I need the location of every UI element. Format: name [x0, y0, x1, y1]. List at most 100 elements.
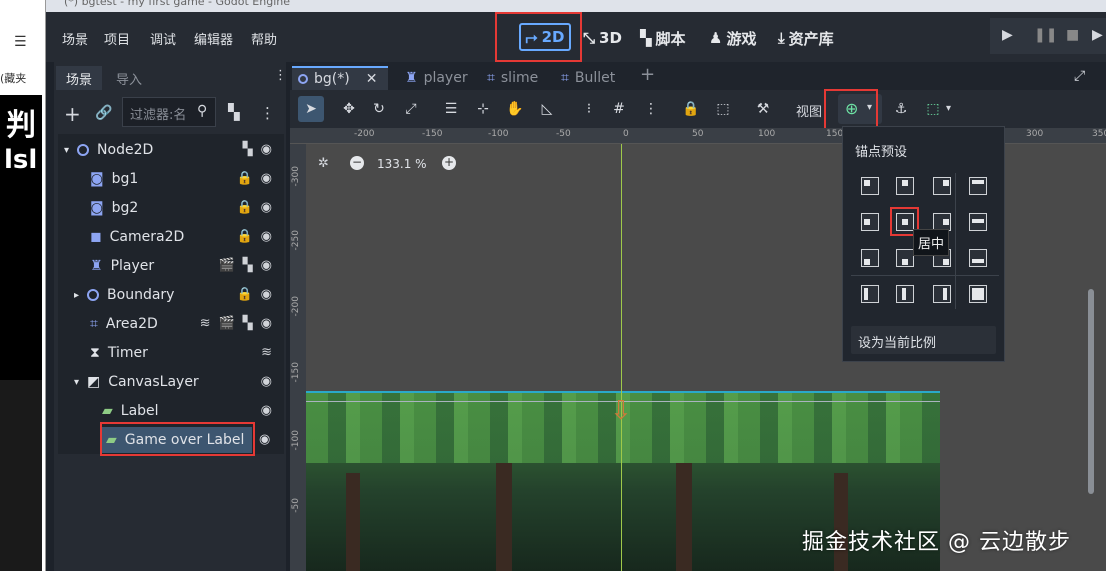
move-icon[interactable]: ✥ — [340, 100, 358, 118]
center-view-icon[interactable]: ✲ — [318, 156, 329, 171]
collapse-icon[interactable]: ▾ — [64, 145, 69, 156]
tree-item-timer[interactable]: ⧗ Timer ≋ — [60, 340, 282, 366]
tree-item-canvaslayer[interactable]: ▾ ◩ CanvasLayer ◉ — [60, 369, 282, 395]
mode-assetlib-button[interactable]: ⤓ 资产库 — [778, 27, 834, 49]
grid-snap-icon[interactable]: # — [610, 100, 628, 118]
anchor-top-wide[interactable] — [969, 177, 987, 195]
anchor-icon[interactable]: ⚓ — [892, 100, 910, 118]
visibility-icon[interactable]: ◉ — [261, 316, 272, 331]
node-actions: ◉ — [261, 374, 272, 389]
menu-editor[interactable]: 编辑器 — [194, 29, 233, 48]
pivot-icon[interactable]: ⊹ — [474, 100, 492, 118]
tree-item-bg2[interactable]: ◙ bg2 🔒 ◉ — [60, 195, 282, 221]
script-icon[interactable]: ▚ — [243, 142, 253, 157]
instance-scene-icon[interactable]: ▚ — [228, 103, 240, 121]
menu-project[interactable]: 项目 — [104, 29, 130, 48]
signal-icon[interactable]: ≋ — [261, 345, 272, 360]
anchor-top-right[interactable] — [933, 177, 951, 195]
tree-item-area2d[interactable]: ⌗ Area2D ≋ 🎬 ▚ ◉ — [60, 311, 282, 337]
lock-icon[interactable]: 🔒 — [236, 287, 252, 302]
close-icon[interactable]: ✕ — [366, 71, 378, 87]
play-icon[interactable]: ▶ — [1002, 27, 1013, 43]
anchor-center-bottom[interactable] — [896, 249, 914, 267]
add-node-icon[interactable]: + — [64, 102, 81, 126]
anchor-top-left[interactable] — [861, 177, 879, 195]
clapper-icon[interactable]: 🎬 — [218, 316, 234, 331]
anchor-left-wide[interactable] — [861, 285, 879, 303]
anchor-center-top[interactable] — [896, 177, 914, 195]
smart-snap-icon[interactable]: ⁝ — [580, 100, 598, 118]
pan-icon[interactable]: ✋ — [506, 100, 524, 118]
tab-bg[interactable]: bg(*) ✕ — [292, 66, 388, 90]
tab-import[interactable]: 导入 — [106, 66, 152, 90]
tab-slime[interactable]: ⌗ slime — [487, 66, 538, 90]
fullscreen-icon[interactable]: ⤢ — [1074, 68, 1085, 84]
anchor-bottom-left[interactable] — [861, 249, 879, 267]
anchor-right-wide[interactable] — [933, 285, 951, 303]
tab-scene[interactable]: 场景 — [56, 66, 103, 90]
menu-debug[interactable]: 调试 — [150, 29, 176, 48]
tree-item-node2d[interactable]: ▾ Node2D ▚ ◉ — [60, 137, 282, 163]
lock-icon[interactable]: 🔒 — [236, 200, 252, 215]
zoom-in-icon[interactable]: + — [442, 156, 456, 170]
scale-icon[interactable]: ⤢ — [402, 100, 420, 118]
rotate-icon[interactable]: ↻ — [370, 100, 388, 118]
tree-item-boundary[interactable]: ▸ Boundary 🔒 ◉ — [60, 282, 282, 308]
bone-icon[interactable]: ⚒ — [754, 100, 772, 118]
visibility-icon[interactable]: ◉ — [261, 374, 272, 389]
visibility-icon[interactable]: ◉ — [261, 403, 272, 418]
ruler-icon[interactable]: ◺ — [538, 100, 556, 118]
container-sizing-icon[interactable]: ⬚ — [924, 100, 942, 118]
collapse-icon[interactable]: ▾ — [74, 377, 79, 388]
visibility-icon[interactable]: ◉ — [261, 142, 272, 157]
filter-input[interactable]: 过滤器:名 ⚲ — [122, 97, 216, 127]
visibility-icon[interactable]: ◉ — [261, 171, 272, 186]
more-icon[interactable]: ⋮ — [642, 100, 660, 118]
anchor-hcenter-wide[interactable] — [969, 213, 987, 231]
menu-help[interactable]: 帮助 — [251, 29, 277, 48]
list-select-icon[interactable]: ☰ — [442, 100, 460, 118]
menu-scene[interactable]: 场景 — [62, 29, 88, 48]
script-icon[interactable]: ▚ — [243, 316, 253, 331]
anchor-full-rect[interactable] — [969, 285, 987, 303]
mode-script-button[interactable]: ▚ 脚本 — [640, 27, 686, 49]
lock-icon[interactable]: 🔒 — [236, 229, 252, 244]
tree-item-player[interactable]: ♜ Player 🎬 ▚ ◉ — [60, 253, 282, 279]
tree-item-label[interactable]: ▰ Label ◉ — [60, 398, 282, 424]
visibility-icon[interactable]: ◉ — [261, 200, 272, 215]
more-icon[interactable]: ⋮ — [260, 104, 275, 122]
expand-icon[interactable]: ▸ — [74, 290, 79, 301]
select-icon[interactable]: ➤ — [302, 100, 320, 118]
chevron-down-icon[interactable]: ▾ — [946, 103, 951, 114]
anchor-center-left[interactable] — [861, 213, 879, 231]
zoom-out-icon[interactable]: − — [350, 156, 364, 170]
add-tab-icon[interactable]: + — [640, 64, 655, 85]
tree-item-bg1[interactable]: ◙ bg1 🔒 ◉ — [60, 166, 282, 192]
view-menu[interactable]: 视图 — [796, 101, 822, 120]
visibility-icon[interactable]: ◉ — [261, 287, 272, 302]
visibility-icon[interactable]: ◉ — [261, 229, 272, 244]
script-icon[interactable]: ▚ — [243, 258, 253, 273]
visibility-icon[interactable]: ◉ — [261, 258, 272, 273]
tree-item-camera2d[interactable]: ◼ Camera2D 🔒 ◉ — [60, 224, 282, 250]
stop-icon[interactable]: ■ — [1066, 27, 1079, 43]
lock-icon[interactable]: 🔒 — [236, 171, 252, 186]
dock-menu-icon[interactable]: ⋮ — [274, 68, 287, 83]
lock-icon[interactable]: 🔒 — [682, 100, 700, 118]
tab-player[interactable]: ♜ player — [405, 66, 468, 90]
zoom-level[interactable]: 133.1 % — [377, 157, 427, 171]
mode-3d-button[interactable]: ⤡ 3D — [583, 27, 622, 49]
anchor-vcenter-wide[interactable] — [896, 285, 914, 303]
tab-bullet[interactable]: ⌗ Bullet — [561, 66, 615, 90]
link-icon[interactable]: 🔗 — [95, 105, 112, 121]
mode-game-button[interactable]: ♟ 游戏 — [709, 27, 756, 49]
set-current-ratio-button[interactable]: 设为当前比例 — [851, 326, 996, 354]
play-scene-icon[interactable]: ▶ — [1092, 27, 1103, 43]
anchor-bottom-wide[interactable] — [969, 249, 987, 267]
visibility-icon[interactable]: ◉ — [259, 432, 270, 447]
group-icon[interactable]: ⬚ — [714, 100, 732, 118]
signal-icon[interactable]: ≋ — [200, 316, 211, 331]
pause-icon[interactable]: ❚❚ — [1034, 27, 1057, 43]
scrollbar-vertical[interactable] — [1088, 289, 1094, 494]
clapper-icon[interactable]: 🎬 — [218, 258, 234, 273]
